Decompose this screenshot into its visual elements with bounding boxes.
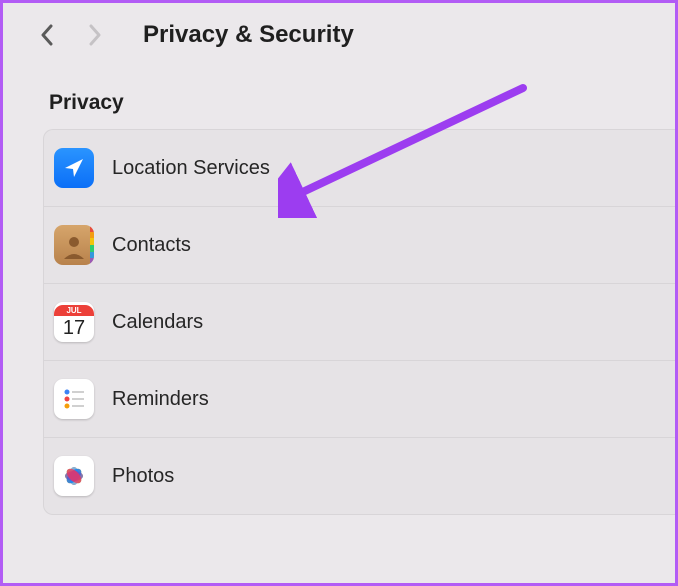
back-button[interactable] bbox=[37, 25, 57, 45]
item-label: Calendars bbox=[112, 311, 203, 334]
item-label: Contacts bbox=[112, 234, 191, 257]
calendar-icon: JUL 17 bbox=[54, 302, 94, 342]
section-title: Privacy bbox=[3, 67, 675, 129]
settings-item-location-services[interactable]: Location Services bbox=[44, 130, 675, 207]
chevron-left-icon bbox=[40, 24, 54, 46]
header: Privacy & Security bbox=[3, 3, 675, 67]
item-label: Location Services bbox=[112, 157, 270, 180]
chevron-right-icon bbox=[88, 24, 102, 46]
nav-arrows bbox=[37, 25, 105, 45]
settings-item-reminders[interactable]: Reminders bbox=[44, 361, 675, 438]
settings-list: Location Services Contacts JUL 17 Calend… bbox=[43, 129, 675, 515]
item-label: Reminders bbox=[112, 388, 209, 411]
settings-item-calendars[interactable]: JUL 17 Calendars bbox=[44, 284, 675, 361]
photos-icon bbox=[54, 456, 94, 496]
page-title: Privacy & Security bbox=[143, 21, 354, 49]
reminders-icon bbox=[54, 379, 94, 419]
forward-button[interactable] bbox=[85, 25, 105, 45]
calendar-day: 17 bbox=[63, 316, 85, 340]
item-label: Photos bbox=[112, 465, 174, 488]
calendar-month: JUL bbox=[54, 305, 94, 316]
contacts-icon bbox=[54, 225, 94, 265]
location-icon bbox=[54, 148, 94, 188]
settings-item-contacts[interactable]: Contacts bbox=[44, 207, 675, 284]
settings-item-photos[interactable]: Photos bbox=[44, 438, 675, 514]
